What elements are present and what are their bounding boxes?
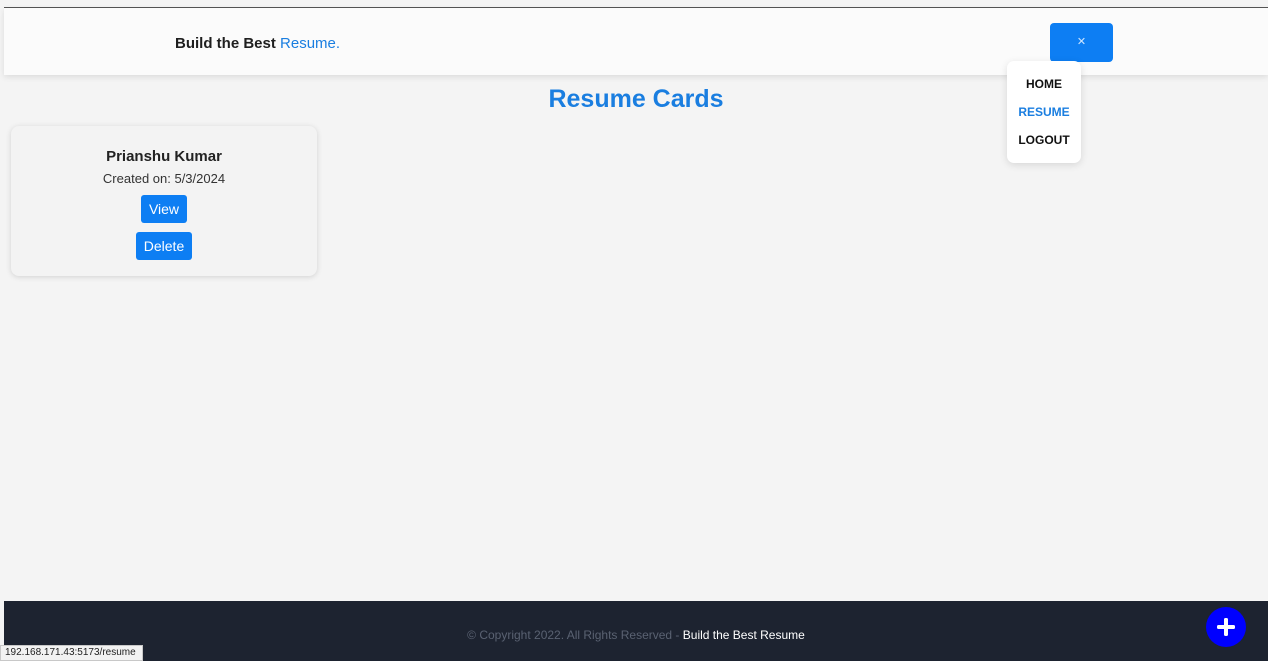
app-window: Build the Best Resume. ✕ HOME RESUME LOG… xyxy=(4,7,1268,661)
resume-card: Prianshu Kumar Created on: 5/3/2024 View… xyxy=(11,126,317,276)
nav-item-logout[interactable]: LOGOUT xyxy=(1007,131,1081,159)
nav-dropdown: HOME RESUME LOGOUT xyxy=(1007,61,1081,163)
add-resume-button[interactable] xyxy=(1206,607,1246,647)
view-button[interactable]: View xyxy=(140,195,188,223)
resume-name: Prianshu Kumar xyxy=(106,148,222,165)
footer-copyright: © Copyright 2022. All Rights Reserved - … xyxy=(4,628,1268,642)
plus-icon xyxy=(1217,618,1235,636)
close-icon: ✕ xyxy=(1076,36,1087,48)
footer: © Copyright 2022. All Rights Reserved - … xyxy=(4,601,1268,661)
brand-text: Build the Best xyxy=(175,35,281,52)
copyright-text: © Copyright 2022. All Rights Reserved - xyxy=(467,628,683,642)
nav-item-resume[interactable]: RESUME xyxy=(1007,103,1081,131)
brand-logo[interactable]: Build the Best Resume. xyxy=(175,35,340,52)
delete-button[interactable]: Delete xyxy=(135,232,193,260)
footer-brand-link[interactable]: Build the Best Resume xyxy=(683,628,805,642)
status-bar-url: 192.168.171.43:5173/resume xyxy=(0,645,143,661)
brand-accent: Resume. xyxy=(280,35,341,52)
menu-toggle-button[interactable]: ✕ xyxy=(1050,23,1113,62)
resume-created-date: Created on: 5/3/2024 xyxy=(102,171,226,186)
nav-item-home[interactable]: HOME xyxy=(1007,75,1081,103)
